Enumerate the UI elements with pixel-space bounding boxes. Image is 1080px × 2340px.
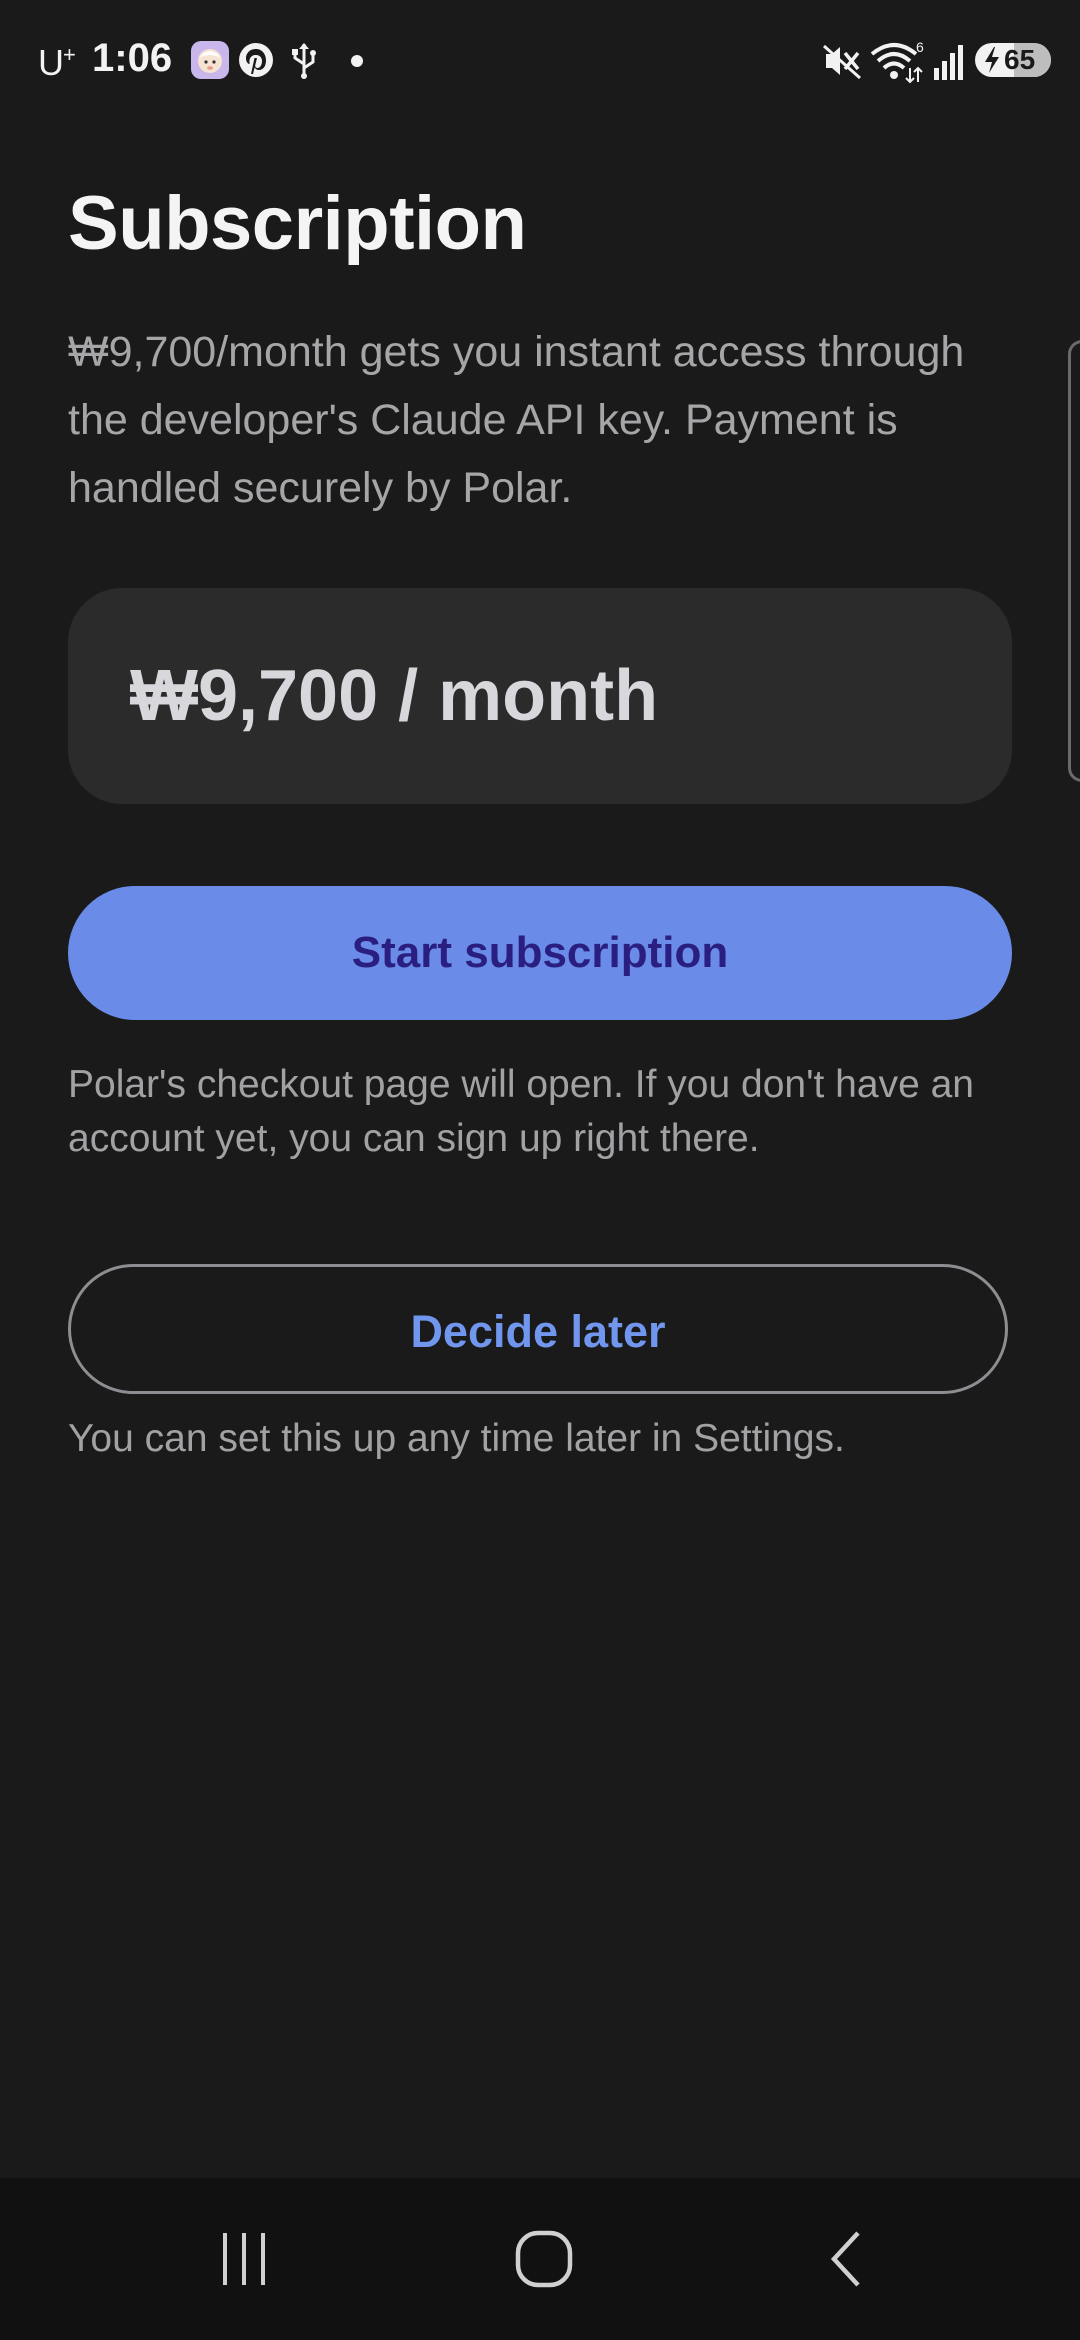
svg-text:6: 6: [916, 39, 924, 55]
battery-icon: 65: [974, 42, 1054, 78]
battery-level: 65: [1004, 44, 1036, 75]
status-time: 1:06: [92, 36, 173, 80]
subscription-description: ₩9,700/month gets you instant access thr…: [68, 328, 965, 512]
signal-icon: [934, 45, 963, 80]
decide-later-button[interactable]: Decide later: [68, 1264, 1008, 1394]
home-button[interactable]: [454, 2178, 634, 2340]
mute-vibrate-icon: [823, 44, 861, 80]
price-label: ₩9,700 / month: [130, 656, 659, 736]
status-bar: U+ 1:06 6 65: [0, 0, 1080, 122]
start-subscription-button[interactable]: Start subscription: [68, 886, 1012, 1020]
back-button[interactable]: [758, 2178, 938, 2340]
dot-icon: [351, 55, 363, 67]
checkout-note: Polar's checkout page will open. If you …: [68, 1063, 974, 1160]
home-icon: [515, 2230, 573, 2288]
subscription-screen: U+ 1:06 6 65 Subscription ₩9,700/month g…: [0, 0, 1080, 2340]
page-title: Subscription: [68, 181, 527, 266]
baby-face-app-icon: [191, 41, 229, 79]
back-icon: [830, 2231, 860, 2287]
wifi-icon: 6: [870, 39, 924, 84]
settings-note: You can set this up any time later in Se…: [68, 1417, 845, 1460]
recents-button[interactable]: [154, 2178, 334, 2340]
navigation-bar: [0, 2178, 1080, 2340]
pinterest-icon: [239, 43, 273, 77]
price-card: ₩9,700 / month: [68, 588, 1012, 804]
recents-icon: [223, 2233, 265, 2285]
usb-icon: [292, 43, 316, 79]
edge-panel-handle[interactable]: [1068, 340, 1080, 782]
carrier-label: U+: [38, 42, 76, 83]
